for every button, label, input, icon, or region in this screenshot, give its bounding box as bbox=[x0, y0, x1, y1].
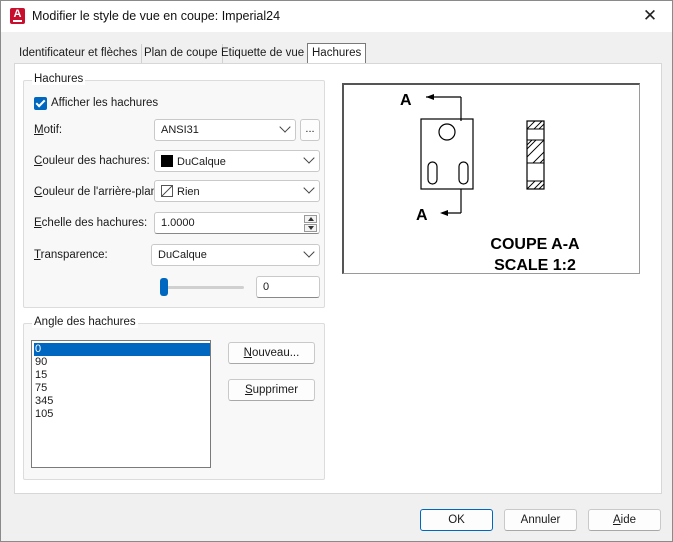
transparency-slider-thumb[interactable] bbox=[160, 278, 168, 296]
cancel-button[interactable]: Annuler bbox=[504, 509, 577, 531]
arrow-head-top bbox=[426, 94, 434, 100]
part-view-outline bbox=[420, 118, 474, 190]
no-color-swatch-icon bbox=[161, 185, 173, 197]
app-icon: A bbox=[10, 8, 25, 24]
bg-color-label: Couleur de l'arrière-plan: bbox=[34, 186, 161, 198]
section-label-bottom: A bbox=[416, 207, 428, 224]
angle-list-item[interactable]: 345 bbox=[34, 395, 53, 408]
pattern-browse-button[interactable]: ... bbox=[300, 119, 320, 141]
part-hole bbox=[438, 123, 456, 141]
transparency-value: DuCalque bbox=[158, 249, 207, 261]
show-hatch-label: Afficher les hachures bbox=[51, 97, 159, 109]
pattern-dropdown[interactable]: ANSI31 bbox=[154, 119, 296, 141]
angle-group-title: Angle des hachures bbox=[32, 316, 138, 328]
preview-caption-scale: SCALE 1:2 bbox=[494, 257, 576, 274]
transparency-label: Transparence: bbox=[34, 249, 108, 261]
transparency-value-input[interactable]: 0 bbox=[256, 276, 320, 298]
dialog-title: Modifier le style de vue en coupe: Imper… bbox=[32, 9, 281, 23]
transparency-dropdown[interactable]: DuCalque bbox=[151, 244, 320, 266]
pattern-value: ANSI31 bbox=[161, 124, 199, 136]
spin-up-button[interactable] bbox=[304, 215, 317, 223]
transparency-slider-track[interactable] bbox=[161, 286, 244, 289]
section-preview: A A COUPE A-A SCALE 1:2 bbox=[342, 83, 640, 274]
dialog-window: A Modifier le style de vue en coupe: Imp… bbox=[0, 0, 673, 542]
tab-view-label[interactable]: Etiquette de vue bbox=[217, 44, 310, 64]
close-button[interactable]: ✕ bbox=[632, 3, 668, 29]
tab-cutting-plane[interactable]: Plan de coupe bbox=[140, 44, 223, 64]
bg-color-value: Rien bbox=[177, 186, 200, 198]
tab-identifier-arrows[interactable]: Identificateur et flèches bbox=[15, 44, 143, 64]
angle-list-item[interactable]: 90 bbox=[34, 356, 47, 369]
hatch-color-dropdown[interactable]: DuCalque bbox=[154, 150, 320, 172]
chevron-down-icon bbox=[303, 152, 315, 164]
show-hatch-checkbox[interactable] bbox=[34, 97, 47, 110]
chevron-down-icon bbox=[303, 182, 315, 194]
angle-list-item[interactable]: 75 bbox=[34, 382, 47, 395]
preview-caption-title: COUPE A-A bbox=[490, 236, 580, 253]
ok-button[interactable]: OK bbox=[420, 509, 493, 531]
arrow-head-bottom bbox=[440, 210, 448, 216]
title-bar: A Modifier le style de vue en coupe: Imp… bbox=[1, 1, 672, 32]
help-button[interactable]: Aide bbox=[588, 509, 661, 531]
bg-color-dropdown[interactable]: Rien bbox=[154, 180, 320, 202]
part-slot-right bbox=[458, 161, 469, 185]
pattern-label: Motif: bbox=[34, 124, 63, 136]
part-slot-left bbox=[427, 161, 438, 185]
angle-listbox[interactable]: 0 90 15 75 345 105 bbox=[31, 340, 211, 468]
delete-angle-button[interactable]: Supprimer bbox=[228, 379, 315, 401]
hatch-pattern bbox=[526, 120, 545, 190]
chevron-down-icon bbox=[279, 121, 291, 133]
new-angle-button[interactable]: Nouveau... bbox=[228, 342, 315, 364]
color-swatch-black bbox=[161, 155, 173, 167]
preview-drawing: A A COUPE A-A SCALE 1:2 bbox=[400, 92, 580, 274]
tab-hatch[interactable]: Hachures bbox=[307, 43, 367, 65]
section-label-top: A bbox=[400, 92, 412, 109]
angle-list-item[interactable]: 105 bbox=[34, 408, 53, 421]
hatch-scale-input[interactable]: 1.0000 bbox=[154, 212, 320, 234]
angle-list-item[interactable]: 15 bbox=[34, 369, 47, 382]
chevron-down-icon bbox=[303, 246, 315, 258]
hatch-group-title: Hachures bbox=[32, 73, 86, 85]
spin-down-button[interactable] bbox=[304, 224, 317, 232]
angle-list-item[interactable]: 0 bbox=[34, 343, 210, 356]
close-icon: ✕ bbox=[642, 6, 658, 25]
hatch-color-value: DuCalque bbox=[177, 156, 226, 168]
hatch-color-label: Couleur des hachures: bbox=[34, 155, 150, 167]
hatch-scale-label: Echelle des hachures: bbox=[34, 217, 148, 229]
